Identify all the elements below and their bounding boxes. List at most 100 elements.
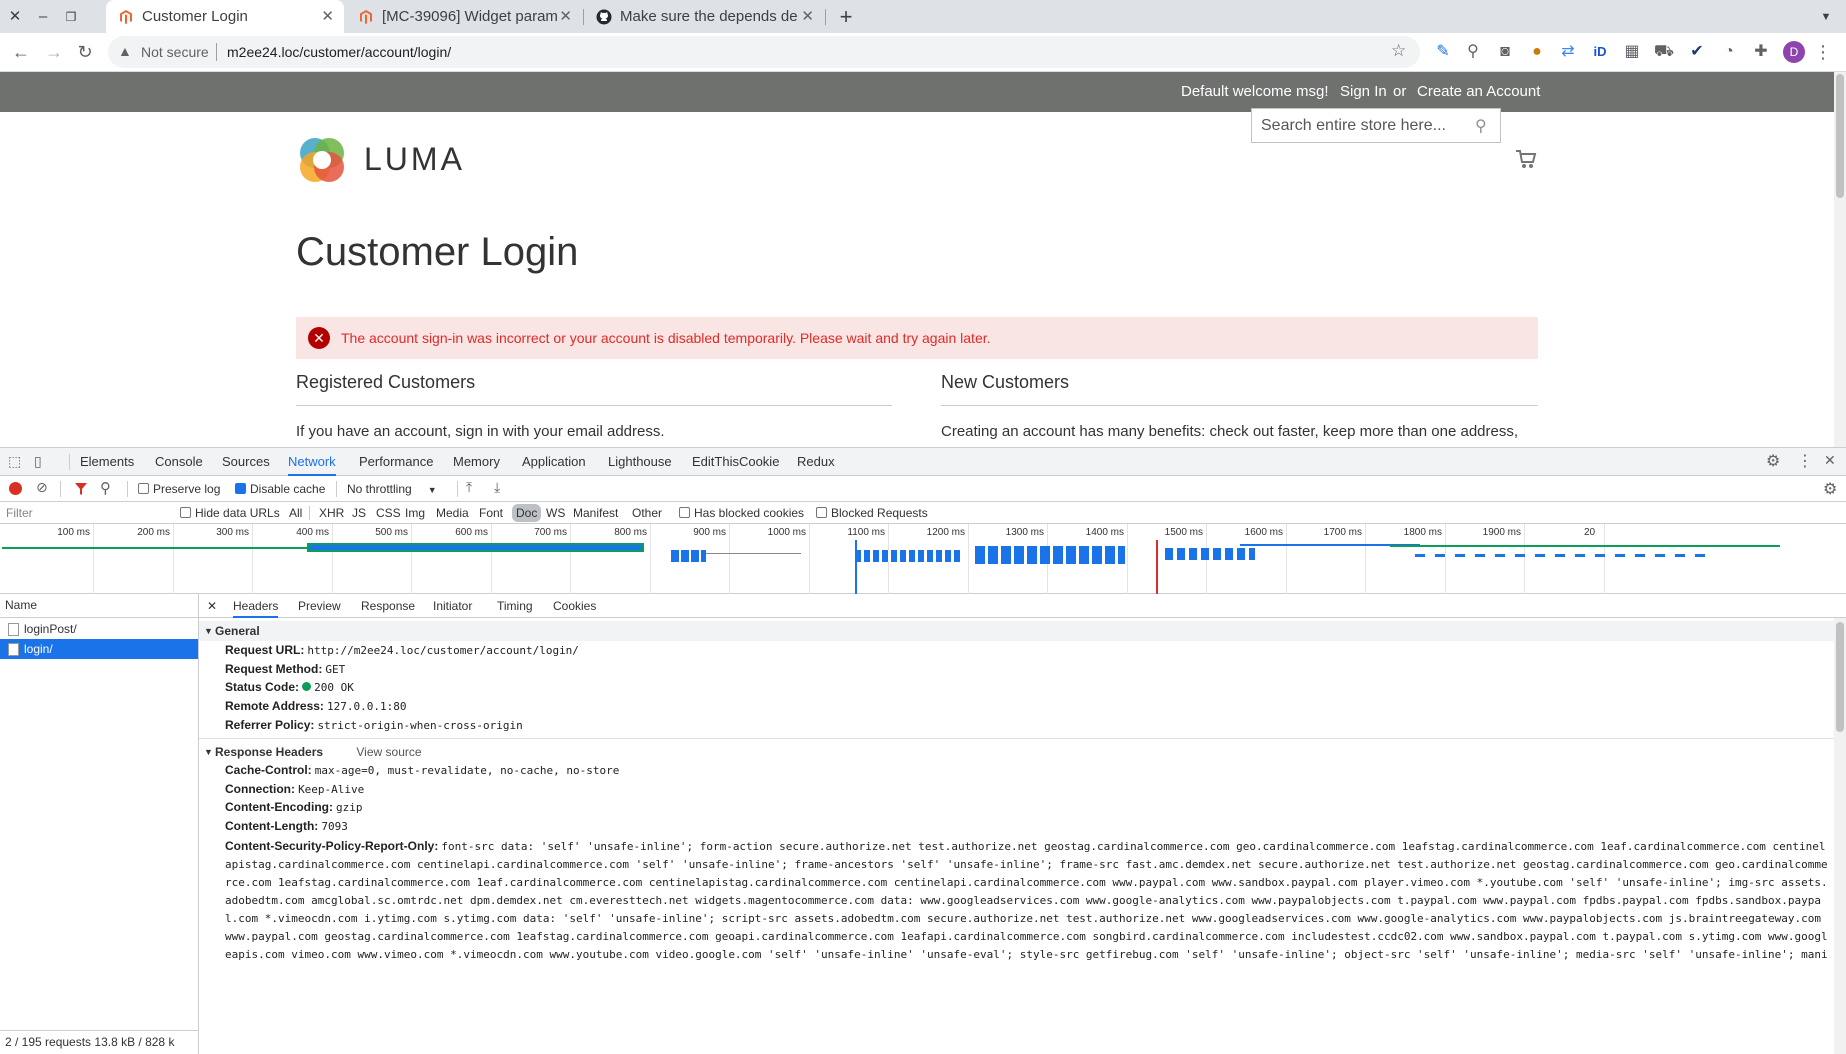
devtools-tab-application[interactable]: Application [522, 448, 586, 476]
address-bar[interactable]: ▲ Not secure m2ee24.loc/customer/account… [108, 36, 1420, 68]
network-overview-timeline[interactable]: 100 ms 200 ms 300 ms 400 ms 500 ms 600 ms 700 … [0, 524, 1846, 594]
disable-cache-checkbox[interactable]: Disable cache [235, 482, 325, 496]
cart-icon[interactable] [1515, 148, 1537, 170]
close-detail-icon[interactable]: ✕ [207, 594, 217, 618]
search-icon[interactable]: ⚲ [1475, 116, 1487, 136]
create-account-link[interactable]: Create an Account [1417, 83, 1540, 100]
detail-tab-headers[interactable]: Headers [233, 594, 279, 618]
filter-type-doc[interactable]: Doc [512, 504, 542, 522]
browser-tab-customer-login[interactable]: Customer Login ✕ [106, 0, 344, 33]
close-tab-icon[interactable]: ✕ [559, 0, 572, 33]
checkbox-icon[interactable] [816, 507, 827, 518]
forward-arrow-icon[interactable]: → [43, 41, 65, 63]
filter-type-js[interactable]: JS [352, 506, 366, 520]
devtools-tab-editthiscookie[interactable]: EditThisCookie [692, 448, 779, 476]
devtools-tab-elements[interactable]: Elements [80, 448, 134, 476]
checkbox-icon[interactable] [180, 507, 191, 518]
extension-grid-icon[interactable]: ▦ [1621, 41, 1643, 63]
view-source-link[interactable]: View source [356, 745, 421, 759]
settings-gear-icon[interactable]: ⚙ [1766, 451, 1780, 471]
detail-tab-cookies[interactable]: Cookies [553, 594, 596, 618]
browser-tab-mc-39096[interactable]: [MC-39096] Widget param ✕ [346, 0, 582, 33]
device-toolbar-icon[interactable]: ▯ [34, 453, 42, 470]
checkbox-icon[interactable] [679, 507, 690, 518]
luma-logo-text[interactable]: LUMA [364, 141, 465, 178]
detail-tab-preview[interactable]: Preview [298, 594, 341, 618]
new-tab-button[interactable]: + [836, 6, 856, 28]
store-search-input[interactable]: Search entire store here... [1251, 108, 1501, 143]
filter-input[interactable]: Filter [6, 506, 33, 520]
reload-icon[interactable]: ↻ [74, 41, 96, 63]
filter-type-manifest[interactable]: Manifest [573, 506, 618, 520]
tab-search-chevron-icon[interactable]: ▼ [1816, 7, 1836, 27]
browser-tab-github[interactable]: Make sure the depends de ✕ [584, 0, 824, 33]
checkbox-checked-icon[interactable] [235, 483, 246, 494]
filter-type-other[interactable]: Other [632, 506, 662, 520]
restore-window-icon[interactable]: ❐ [61, 7, 81, 27]
checkbox-icon[interactable] [138, 483, 149, 494]
preserve-log-checkbox[interactable]: Preserve log [138, 482, 220, 496]
detail-tab-timing[interactable]: Timing [497, 594, 533, 618]
request-row-login[interactable]: login/ [0, 639, 198, 659]
not-secure-label[interactable]: Not secure [141, 44, 209, 60]
record-icon[interactable] [9, 482, 22, 495]
devtools-tab-network[interactable]: Network [288, 448, 336, 476]
detail-tab-response[interactable]: Response [361, 594, 415, 618]
close-tab-icon[interactable]: ✕ [801, 0, 814, 33]
back-arrow-icon[interactable]: ← [10, 41, 32, 63]
devtools-tab-sources[interactable]: Sources [222, 448, 270, 476]
export-har-icon[interactable]: ⤓ [494, 479, 500, 496]
filter-type-ws[interactable]: WS [546, 506, 565, 520]
filter-type-font[interactable]: Font [479, 506, 503, 520]
close-tab-icon[interactable]: ✕ [321, 0, 334, 33]
page-scrollbar[interactable] [1834, 72, 1846, 447]
close-window-icon[interactable]: ✕ [5, 7, 25, 27]
general-section-header[interactable]: ▼ General [199, 621, 1834, 641]
filter-type-xhr[interactable]: XHR [319, 506, 344, 520]
network-settings-gear-icon[interactable]: ⚙ [1823, 479, 1837, 499]
filter-type-all[interactable]: All [289, 506, 302, 520]
filter-type-img[interactable]: Img [405, 506, 425, 520]
devtools-tab-memory[interactable]: Memory [453, 448, 500, 476]
sign-in-link[interactable]: Sign In [1340, 83, 1387, 100]
close-devtools-icon[interactable]: ✕ [1824, 452, 1836, 469]
blocked-requests-checkbox[interactable]: Blocked Requests [816, 506, 928, 520]
throttling-select[interactable]: No throttling ▼ [347, 482, 437, 496]
devtools-menu-icon[interactable]: ⋮ [1797, 451, 1813, 471]
request-row-loginpost[interactable]: loginPost/ [0, 619, 198, 639]
devtools-tab-console[interactable]: Console [155, 448, 203, 476]
warning-triangle-icon[interactable]: ▲ [118, 43, 132, 59]
extensions-puzzle-icon[interactable]: ✚ [1750, 41, 1772, 63]
detail-scrollbar[interactable] [1834, 618, 1846, 1054]
clear-icon[interactable]: ⊘ [36, 479, 48, 496]
name-column-header[interactable]: Name [5, 598, 37, 612]
profile-avatar[interactable]: D [1783, 41, 1805, 63]
filter-type-css[interactable]: CSS [376, 506, 401, 520]
minimize-window-icon[interactable]: – [33, 7, 53, 27]
url-text[interactable]: m2ee24.loc/customer/account/login/ [227, 44, 451, 60]
devtools-tab-performance[interactable]: Performance [359, 448, 433, 476]
browser-menu-icon[interactable]: ⋮ [1812, 41, 1834, 63]
has-blocked-cookies-checkbox[interactable]: Has blocked cookies [679, 506, 804, 520]
extension-check-icon[interactable]: ✔ [1686, 41, 1708, 63]
extension-camera-icon[interactable]: ◙ [1494, 41, 1516, 63]
luma-logo-icon[interactable] [296, 134, 348, 186]
extension-translate-icon[interactable]: ⇄ [1557, 41, 1579, 63]
filter-funnel-icon[interactable] [74, 482, 88, 496]
extension-car-icon[interactable]: ⛟ [1653, 41, 1675, 63]
extension-clock-icon[interactable]: ◔ [1718, 41, 1740, 63]
hide-data-urls-checkbox[interactable]: Hide data URLs [180, 506, 280, 520]
import-har-icon[interactable]: ⤒ [466, 479, 472, 496]
response-headers-section-header[interactable]: ▼ Response Headers View source [199, 742, 1834, 762]
extension-pin-icon[interactable]: ⚲ [1462, 41, 1484, 63]
inspect-element-icon[interactable]: ⬚ [8, 453, 21, 470]
devtools-tab-lighthouse[interactable]: Lighthouse [608, 448, 672, 476]
filter-type-media[interactable]: Media [436, 506, 469, 520]
scrollbar-thumb[interactable] [1836, 622, 1844, 732]
extension-pen-icon[interactable]: ✎ [1432, 41, 1454, 63]
extension-cookie-icon[interactable]: ● [1526, 41, 1548, 63]
scrollbar-thumb[interactable] [1836, 74, 1844, 198]
devtools-tab-redux[interactable]: Redux [797, 448, 835, 476]
search-icon[interactable]: ⚲ [100, 479, 111, 497]
extension-id-icon[interactable]: iD [1589, 41, 1611, 63]
